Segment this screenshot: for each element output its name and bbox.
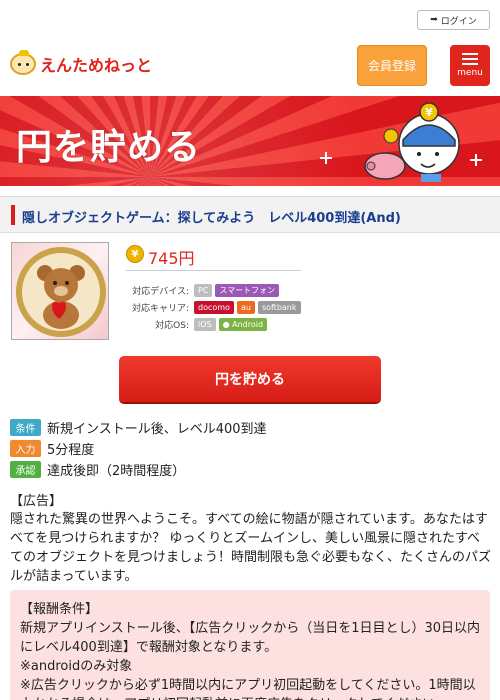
os-tag-android-label: Android: [232, 320, 264, 329]
item-title-bar: 隠しオブジェクトゲーム：探してみよう レベル400到達(And): [0, 196, 500, 233]
os-tag-ios-label: iOS: [198, 320, 212, 329]
register-button[interactable]: 会員登録: [357, 45, 427, 86]
reward-points: 745円: [148, 249, 195, 268]
banner-title: 円を貯める: [16, 127, 202, 168]
divider: [126, 270, 301, 271]
site-logo[interactable]: えんためねっと: [10, 50, 153, 76]
login-label: ログイン: [440, 16, 477, 27]
login-button[interactable]: ➡ ログイン: [417, 10, 490, 30]
carrier-row: 対応キャリア: docomo au softbank: [121, 301, 301, 314]
reward-heading: 【報酬条件】: [20, 602, 99, 617]
reward-conditions-box: 【報酬条件】 新規アプリインストール後、【広告クリックから（当日を1日目とし）3…: [10, 590, 490, 700]
reward-line: ※広告クリックから必ず1時間以内にアプリ初回起動をしてください。1時間以上かかる…: [20, 678, 476, 700]
teddy-bear-heart-image: [16, 247, 106, 337]
approval-row: 承認 達成後即（2時間程度）: [10, 460, 185, 479]
device-tag-pc: PC: [194, 284, 213, 297]
carrier-tag-docomo: docomo: [194, 301, 234, 314]
ad-description: 隠された驚異の世界へようこそ。すべての絵に物語が隠されています。あなたはすべてを…: [10, 512, 492, 584]
top-bar: ➡ ログイン: [0, 0, 500, 36]
input-time-text: 5分程度: [47, 443, 95, 458]
title-accent-bar: [11, 205, 15, 225]
svg-text:¥: ¥: [425, 106, 433, 119]
page-banner: 円を貯める ¥: [0, 96, 500, 186]
arrow-right-icon: ➡: [430, 15, 438, 25]
condition-text: 新規インストール後、レベル400到達: [47, 422, 267, 437]
os-row: 対応OS: iOS ● Android: [121, 318, 268, 331]
item-title: 隠しオブジェクトゲーム：探してみよう レベル400到達(And): [22, 211, 401, 226]
site-header: えんためねっと 会員登録 menu: [0, 36, 500, 96]
condition-row: 条件 新規インストール後、レベル400到達: [10, 418, 267, 437]
reward-line: ※androidのみ対象: [20, 659, 133, 674]
os-tag-android: ● Android: [218, 318, 268, 331]
carrier-tag-au: au: [236, 301, 255, 314]
earn-yen-button[interactable]: 円を貯める: [119, 356, 381, 402]
menu-label: menu: [457, 68, 483, 78]
mascot-logo-icon: [10, 50, 36, 75]
carrier-tag-softbank: softbank: [257, 301, 301, 314]
ad-heading: 【広告】: [10, 494, 63, 509]
reward-conditions-text: 【報酬条件】 新規アプリインストール後、【広告クリックから（当日を1日目とし）3…: [20, 600, 482, 700]
approval-text: 達成後即（2時間程度）: [47, 464, 186, 479]
input-time-row: 入力 5分程度: [10, 439, 94, 458]
sparkle-icon: [320, 152, 332, 164]
device-row: 対応デバイス: PC スマートフォン: [121, 284, 280, 297]
android-icon: ●: [222, 320, 233, 329]
reward-line: 新規アプリインストール後、【広告クリックから（当日を1日目とし）30日以内にレベ…: [20, 621, 481, 655]
approval-badge: 承認: [10, 461, 41, 478]
menu-button[interactable]: menu: [450, 45, 490, 86]
device-label: 対応デバイス:: [132, 287, 189, 297]
os-tag-ios: iOS: [194, 318, 216, 331]
carrier-label: 対応キャリア:: [131, 304, 189, 314]
sparkle-icon: [470, 154, 482, 166]
os-label: 対応OS:: [155, 321, 189, 331]
hamburger-icon: [462, 53, 478, 65]
logo-text: えんためねっと: [40, 56, 153, 75]
app-thumbnail: [11, 242, 109, 340]
yen-coin-icon: ¥: [126, 245, 144, 263]
mascot-piggy-bank-illustration: ¥: [364, 102, 460, 182]
input-badge: 入力: [10, 440, 41, 457]
condition-badge: 条件: [10, 419, 41, 436]
device-tag-smartphone: スマートフォン: [215, 284, 280, 297]
